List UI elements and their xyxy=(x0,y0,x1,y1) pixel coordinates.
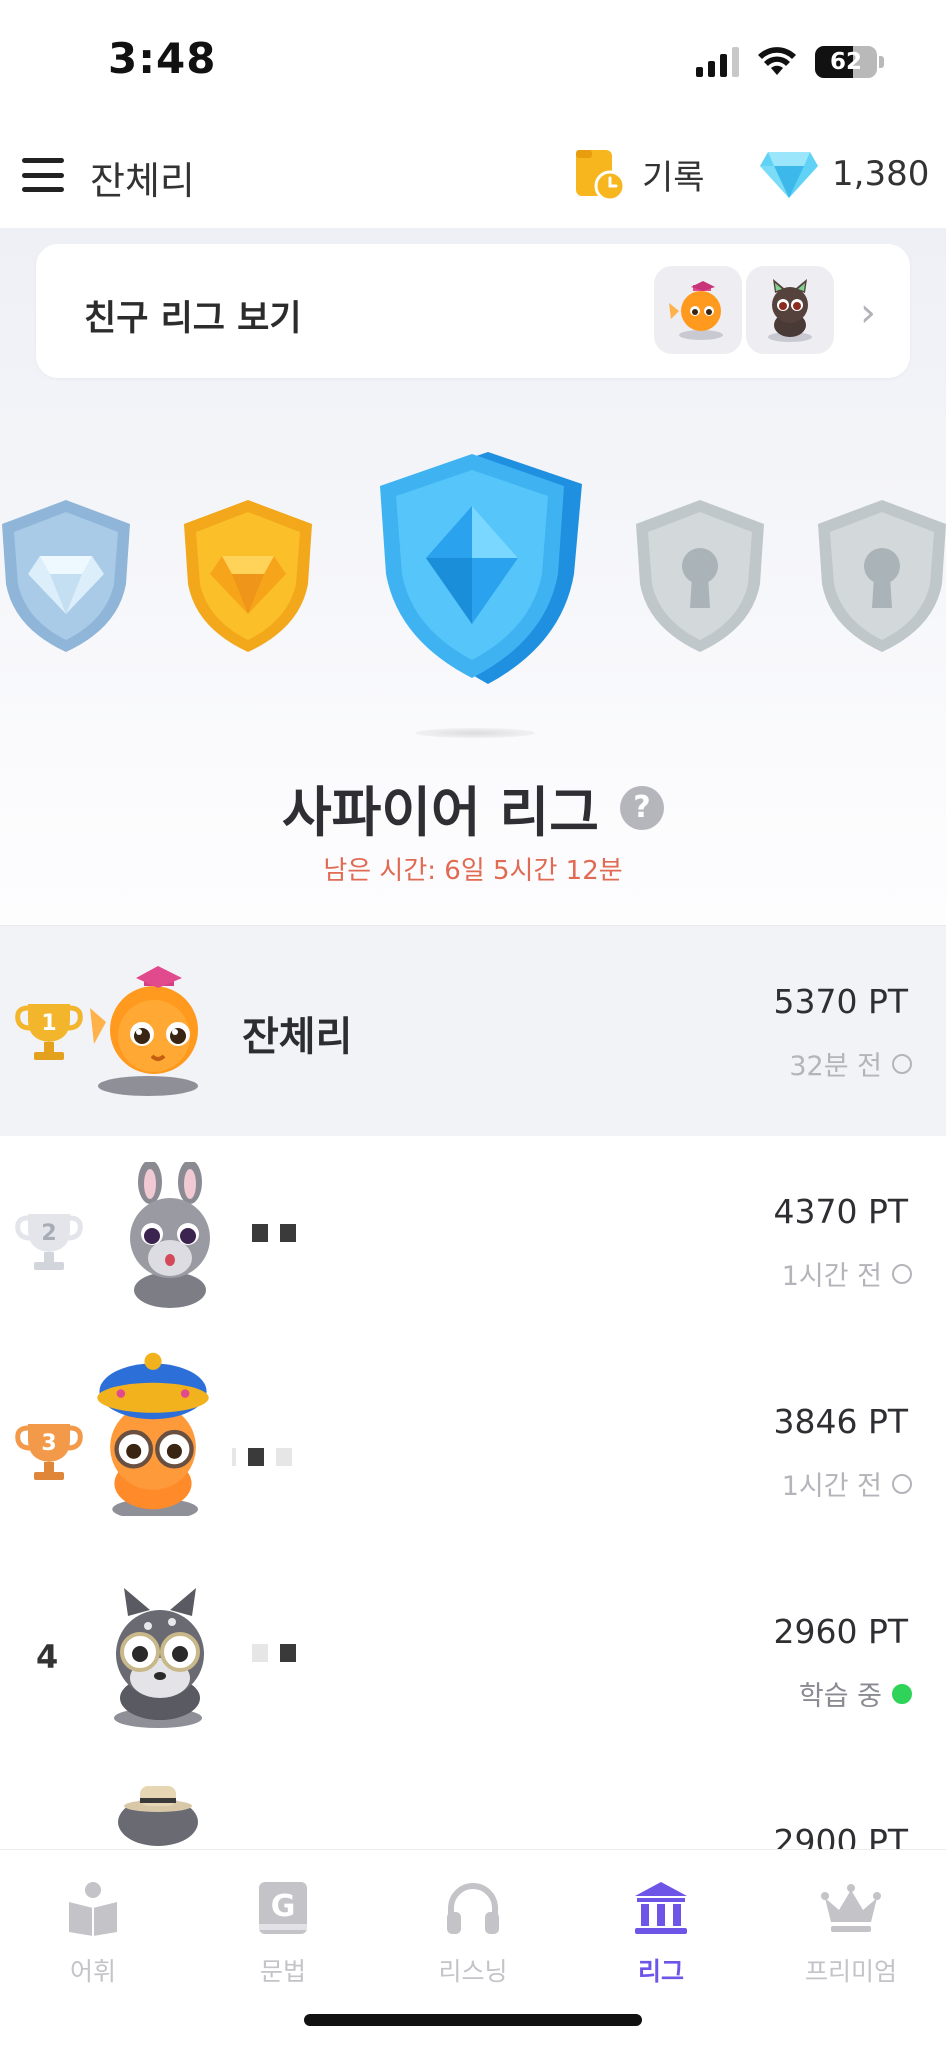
player-points: 2960 PT xyxy=(773,1612,908,1651)
svg-text:G: G xyxy=(271,1889,296,1924)
gold-badge-icon[interactable] xyxy=(178,496,318,656)
explorer-avatar xyxy=(118,1786,198,1846)
last-active-text: 학습 중 xyxy=(798,1681,882,1712)
last-active-text: 1시간 전 xyxy=(781,1261,882,1292)
last-active: 1시간 전 xyxy=(782,1464,912,1503)
friend-league-card[interactable]: 친구 리그 보기 › xyxy=(36,244,910,378)
home-indicator[interactable] xyxy=(304,2014,642,2026)
last-active-text: 32분 전 xyxy=(789,1051,882,1082)
rank-number: 2 xyxy=(41,1221,56,1246)
status-bar: 3:48 62 xyxy=(0,0,946,120)
tab-label: 어휘 xyxy=(69,1957,116,1986)
bunny-avatar xyxy=(130,1162,210,1308)
masked-player-name xyxy=(252,1644,296,1662)
fox-king-avatar xyxy=(97,1352,209,1516)
player-name: 잔체리 xyxy=(242,1014,353,1060)
tab-label: 리그 xyxy=(637,1957,684,1986)
raccoon-avatar xyxy=(114,1588,204,1728)
league-building-icon xyxy=(635,1882,687,1934)
gem-balance[interactable]: 1,380 xyxy=(758,146,929,202)
locked-badge-icon[interactable] xyxy=(630,496,770,656)
fish-avatar xyxy=(90,966,198,1096)
player-points: 2900 PT xyxy=(773,1822,908,1849)
leaderboard-row[interactable]: 2 4370 PT 1시간 전 xyxy=(0,1136,946,1346)
status-icons: 62 xyxy=(696,46,884,78)
record-button[interactable]: 기록 xyxy=(574,146,705,202)
masked-player-name xyxy=(232,1448,292,1466)
battery-icon: 62 xyxy=(815,46,877,78)
locked-badge-icon[interactable] xyxy=(812,496,946,656)
tab-grammar[interactable]: G 문법 xyxy=(208,1878,358,1988)
tab-label: 문법 xyxy=(259,1957,306,1986)
diamond-icon xyxy=(760,152,818,198)
status-time: 3:48 xyxy=(108,34,217,83)
bronze-trophy-icon: 3 xyxy=(15,1424,83,1480)
status-dot-icon xyxy=(892,1053,912,1074)
player-points: 5370 PT xyxy=(773,982,908,1021)
time-remaining: 남은 시간: 6일 5시간 12분 xyxy=(323,856,623,886)
rank-number: 1 xyxy=(41,1011,56,1036)
friend-avatars xyxy=(654,266,834,354)
last-active: 학습 중 xyxy=(799,1674,912,1713)
last-active: 1시간 전 xyxy=(782,1254,912,1293)
league-title-row: 사파이어 리그 ? xyxy=(0,768,946,847)
rank-number: 3 xyxy=(41,1431,56,1456)
gem-count: 1,380 xyxy=(832,154,930,194)
leaderboard: 1 잔체리 5370 PT 32분 전 2 4370 PT 1시간 전 3 38… xyxy=(0,925,946,1849)
grammar-book-icon: G xyxy=(259,1882,307,1934)
hamburger-menu-icon[interactable] xyxy=(22,158,64,192)
tab-label: 프리미엄 xyxy=(804,1957,897,1986)
online-dot-icon xyxy=(892,1683,912,1704)
tab-listening[interactable]: 리스닝 xyxy=(398,1878,548,1988)
page-title: 잔체리 xyxy=(90,159,195,203)
status-dot-icon xyxy=(892,1473,912,1494)
wifi-icon xyxy=(758,47,796,75)
leaderboard-row[interactable]: 4 2960 PT 학습 중 xyxy=(0,1556,946,1766)
leaderboard-row[interactable]: 1 잔체리 5370 PT 32분 전 xyxy=(0,926,946,1136)
masked-player-name xyxy=(252,1224,296,1242)
friend-avatar-cat xyxy=(746,266,834,354)
status-dot-icon xyxy=(892,1263,912,1284)
chevron-right-icon: › xyxy=(860,290,876,336)
signal-icon xyxy=(696,47,739,77)
gold-trophy-icon: 1 xyxy=(15,1004,83,1060)
tab-league[interactable]: 리그 xyxy=(586,1878,736,1988)
tab-premium[interactable]: 프리미엄 xyxy=(776,1878,926,1988)
friend-league-label: 친구 리그 보기 xyxy=(84,299,302,339)
league-hero: 친구 리그 보기 › 사파이어 리그 ? 남은 시간: 6일 5시간 12분 xyxy=(0,228,946,925)
headphones-icon xyxy=(447,1883,499,1934)
last-active: 32분 전 xyxy=(789,1044,912,1083)
sapphire-badge-icon[interactable] xyxy=(368,448,588,688)
book-icon xyxy=(69,1882,117,1936)
crown-icon xyxy=(821,1884,881,1932)
record-label: 기록 xyxy=(642,157,705,198)
player-points: 4370 PT xyxy=(773,1192,908,1231)
battery-level: 62 xyxy=(829,49,862,75)
app-header: 잔체리 기록 1,380 xyxy=(0,120,946,228)
diamond-badge-icon[interactable] xyxy=(0,496,136,656)
badge-shadow xyxy=(415,728,535,738)
leaderboard-row[interactable]: 2900 PT xyxy=(0,1766,946,1849)
last-active-text: 1시간 전 xyxy=(781,1471,882,1502)
leaderboard-row[interactable]: 3 3846 PT 1시간 전 xyxy=(0,1346,946,1556)
rank-number: 4 xyxy=(36,1638,59,1676)
silver-trophy-icon: 2 xyxy=(15,1214,83,1270)
record-clock-icon xyxy=(576,150,626,202)
help-icon[interactable]: ? xyxy=(619,785,664,830)
friend-avatar-fish xyxy=(654,266,742,354)
tab-label: 리스닝 xyxy=(438,1957,508,1986)
player-points: 3846 PT xyxy=(773,1402,908,1441)
tab-vocabulary[interactable]: 어휘 xyxy=(18,1878,168,1988)
league-name: 사파이어 리그 xyxy=(282,781,599,844)
